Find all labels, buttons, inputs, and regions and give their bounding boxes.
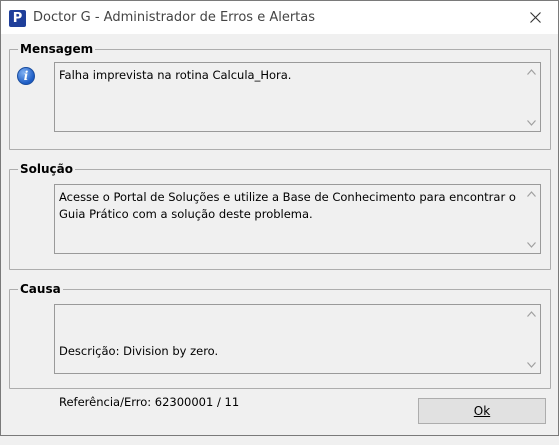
scroll-up-button[interactable] xyxy=(523,63,540,80)
chevron-down-icon xyxy=(527,241,536,248)
chevron-up-icon xyxy=(527,68,536,75)
scroll-down-button[interactable] xyxy=(523,236,540,253)
mensagem-label: Mensagem xyxy=(18,41,96,57)
solucao-group: Solução Acesse o Portal de Soluções e ut… xyxy=(9,161,551,270)
scroll-down-button[interactable] xyxy=(523,356,540,373)
causa-scrollbar[interactable] xyxy=(523,305,540,373)
scroll-up-button[interactable] xyxy=(523,305,540,322)
scroll-down-button[interactable] xyxy=(523,114,540,131)
solucao-text: Acesse o Portal de Soluções e utilize a … xyxy=(59,190,520,221)
chevron-up-icon xyxy=(527,190,536,197)
info-icon: i xyxy=(17,67,35,85)
causa-text: Descrição: Division by zero. Referência/… xyxy=(59,309,520,445)
causa-memo[interactable]: Descrição: Division by zero. Referência/… xyxy=(54,304,541,409)
solucao-memo[interactable]: Acesse o Portal de Soluções e utilize a … xyxy=(54,184,541,254)
window-title: Doctor G - Administrador de Erros e Aler… xyxy=(33,10,316,25)
close-icon xyxy=(529,12,541,23)
causa-label: Causa xyxy=(18,281,63,297)
solucao-label: Solução xyxy=(18,161,75,177)
mensagem-memo[interactable]: Falha imprevista na rotina Calcula_Hora. xyxy=(54,62,541,132)
chevron-up-icon xyxy=(527,310,536,317)
scroll-up-button[interactable] xyxy=(523,185,540,202)
solucao-scrollbar[interactable] xyxy=(523,185,540,253)
ok-button-label: Ok xyxy=(473,404,491,418)
ok-button[interactable]: Ok xyxy=(418,398,546,424)
error-dialog-window: P Doctor G - Administrador de Erros e Al… xyxy=(0,0,559,436)
chevron-down-icon xyxy=(527,361,536,368)
chevron-down-icon xyxy=(527,119,536,126)
app-logo-icon: P xyxy=(9,10,26,27)
close-button[interactable] xyxy=(512,1,558,34)
mensagem-scrollbar[interactable] xyxy=(523,63,540,131)
mensagem-group: Mensagem i Falha imprevista na rotina Ca… xyxy=(9,41,551,150)
title-bar: P Doctor G - Administrador de Erros e Al… xyxy=(1,1,558,34)
causa-description: Descrição: Division by zero. xyxy=(59,344,219,358)
causa-group: Causa Descrição: Division by zero. Refer… xyxy=(9,281,551,409)
mensagem-text: Falha imprevista na rotina Calcula_Hora. xyxy=(59,68,292,82)
